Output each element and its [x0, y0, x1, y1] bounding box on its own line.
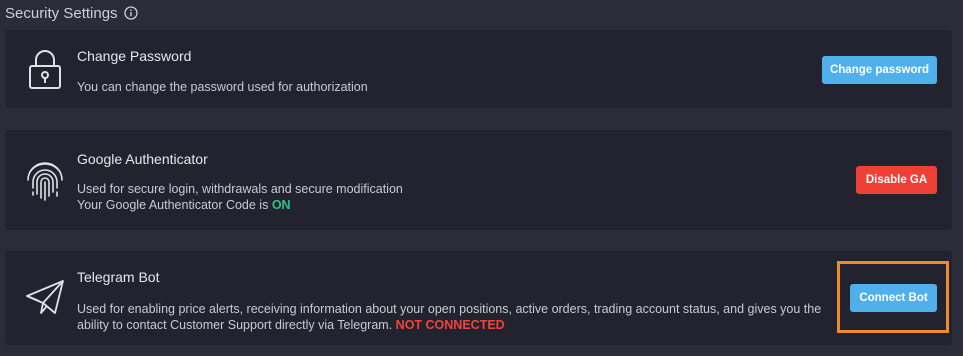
desc-line-1: Used for secure login, withdrawals and s…: [77, 182, 403, 196]
info-icon[interactable]: [123, 6, 138, 20]
desc-line-2: ability to contact Customer Support dire…: [77, 317, 837, 333]
page-title: Security Settings: [5, 4, 118, 22]
change-password-card: Change Password You can change the passw…: [5, 30, 952, 108]
telegram-status-badge: NOT CONNECTED: [395, 318, 505, 332]
lock-icon: [23, 47, 67, 91]
telegram-status-label: ability to contact Customer Support dire…: [77, 318, 396, 332]
card-title: Telegram Bot: [77, 269, 160, 285]
change-password-button[interactable]: Change password: [822, 56, 937, 84]
highlight-box: [837, 261, 949, 333]
google-authenticator-card: Google Authenticator Used for secure log…: [5, 130, 952, 230]
ga-status-badge: ON: [271, 198, 291, 212]
desc-line-1: Used for enabling price alerts, receivin…: [77, 302, 822, 316]
disable-ga-button[interactable]: Disable GA: [856, 166, 937, 194]
ga-status-label: Your Google Authenticator Code is: [77, 198, 272, 212]
section-header: Security Settings: [5, 3, 138, 23]
card-description: Used for secure login, withdrawals and s…: [77, 181, 403, 213]
card-description: Used for enabling price alerts, receivin…: [77, 301, 837, 333]
fingerprint-icon: [23, 158, 67, 202]
telegram-bot-card: Telegram Bot Used for enabling price ale…: [5, 251, 952, 345]
card-title: Change Password: [77, 48, 192, 64]
desc-line-2: Your Google Authenticator Code is ON: [77, 197, 403, 213]
card-description: You can change the password used for aut…: [77, 80, 368, 94]
card-title: Google Authenticator: [77, 151, 208, 167]
paper-plane-icon: [23, 275, 67, 319]
